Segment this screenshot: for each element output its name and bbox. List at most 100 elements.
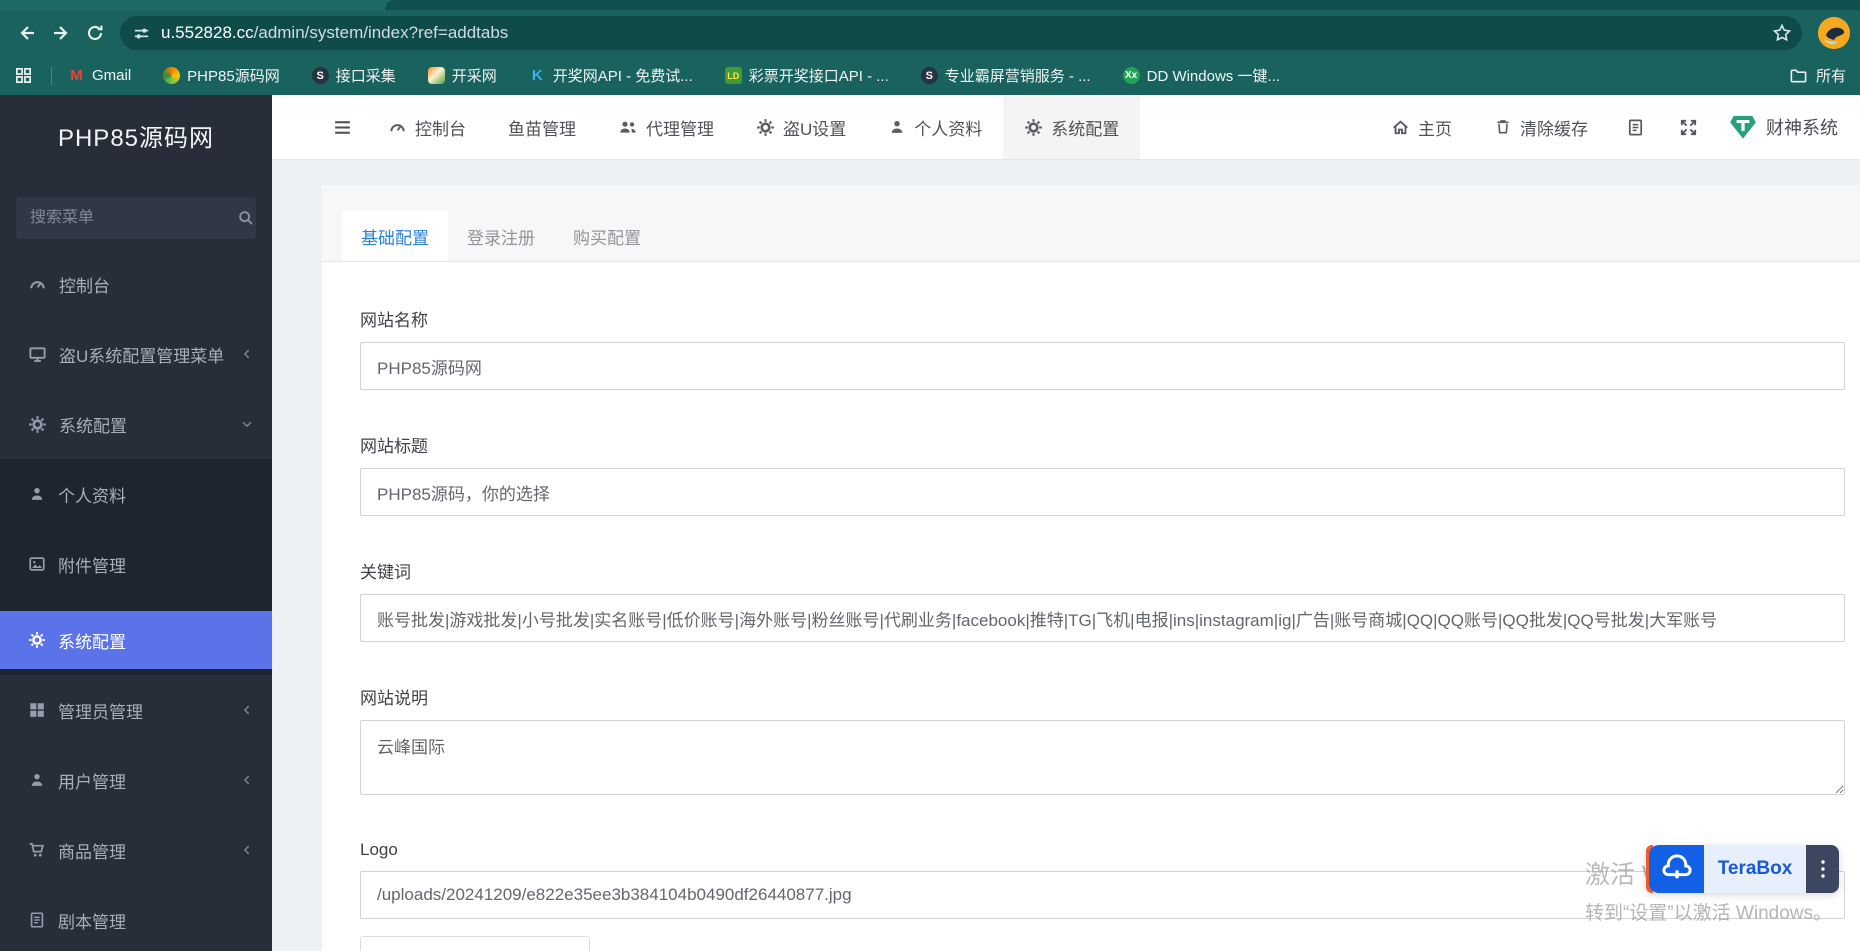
k-icon: K — [531, 67, 543, 84]
vertical-dots-icon — [1820, 860, 1825, 878]
tab-purchase-config[interactable]: 购买配置 — [554, 211, 660, 261]
cart-icon — [29, 843, 45, 857]
config-panel: 基础配置 登录注册 购买配置 网站名称 网站标题 关键词 网站说明 云峰国际 — [322, 185, 1860, 951]
bookmark-kaicaiwang[interactable]: 开采网 — [427, 65, 497, 86]
clear-cache-button[interactable]: 清除缓存 — [1473, 95, 1609, 159]
bookmarks-bar: M Gmail PHP85源码网 S 接口采集 开采网 K 开奖网API - 免… — [0, 56, 1860, 95]
profile-avatar[interactable] — [1818, 17, 1850, 49]
browser-active-tab[interactable] — [385, 0, 1860, 10]
terabox-menu-button[interactable] — [1806, 845, 1839, 893]
sidebar: PHP85源码网 控制台 盗U系统配置管理菜单 系统配置 个人资料 — [0, 95, 272, 951]
doc-icon — [1628, 119, 1643, 135]
bookmark-star-icon[interactable] — [1772, 23, 1792, 43]
sidebar-subitem-system-config[interactable]: 系统配置 — [0, 611, 272, 669]
site-description-label: 网站说明 — [360, 689, 428, 708]
sidebar-item-dashboard[interactable]: 控制台 — [0, 249, 272, 319]
users-icon — [620, 121, 636, 133]
terabox-label[interactable]: TeraBox — [1704, 845, 1806, 893]
gauge-icon — [30, 280, 45, 288]
sidebar-item-scripts[interactable]: 剧本管理 — [0, 885, 272, 951]
gmail-icon: M — [70, 67, 83, 84]
topnav-item-agents[interactable]: 代理管理 — [597, 95, 735, 159]
config-tabbar: 基础配置 登录注册 购买配置 — [322, 185, 1860, 262]
trash-icon — [1497, 120, 1509, 134]
gear-icon — [757, 118, 774, 136]
globe-icon: S — [920, 67, 938, 84]
terabox-logo-icon[interactable] — [1649, 845, 1704, 893]
back-button[interactable] — [10, 16, 44, 50]
docs-button[interactable] — [1609, 95, 1662, 159]
address-bar[interactable]: u.552828.cc/admin/system/index?ref=addta… — [120, 16, 1802, 50]
ld-icon: LD — [724, 67, 742, 84]
menu-toggle-button[interactable] — [318, 95, 367, 159]
apps-grid-icon[interactable] — [14, 66, 33, 85]
sidebar-search[interactable] — [16, 197, 256, 239]
logo-path-input[interactable] — [360, 871, 1845, 919]
bookmark-kaijiang-api[interactable]: K 开奖网API - 免费试... — [529, 65, 693, 86]
bookmark-php85[interactable]: PHP85源码网 — [163, 65, 280, 86]
bookmark-jiekoucaiji[interactable]: S 接口采集 — [311, 65, 396, 86]
tab-basic-config[interactable]: 基础配置 — [342, 211, 448, 261]
tiger-icon — [427, 67, 445, 84]
user-icon — [31, 487, 43, 500]
field-logo: Logo — [360, 840, 1845, 951]
hamburger-icon — [335, 120, 350, 134]
grid-icon — [30, 703, 44, 717]
sidebar-item-dauconfig[interactable]: 盗U系统配置管理菜单 — [0, 319, 272, 389]
field-site-description: 网站说明 云峰国际 — [360, 684, 1845, 800]
search-input[interactable] — [30, 209, 237, 227]
site-description-textarea[interactable]: 云峰国际 — [360, 720, 1845, 795]
topnav-right-group: 主页 清除缓存 财神系统 — [1370, 95, 1860, 159]
all-bookmarks-button[interactable]: 所有 — [1789, 65, 1846, 86]
bookmark-dd-windows[interactable]: Xx DD Windows 一键... — [1122, 65, 1280, 86]
config-form: 网站名称 网站标题 关键词 网站说明 云峰国际 Logo — [322, 262, 1860, 951]
bookmarks-separator — [51, 66, 52, 85]
chevron-left-icon — [243, 845, 250, 855]
chevron-left-icon — [243, 705, 250, 715]
gauge-icon — [390, 123, 405, 131]
topnav-item-profile[interactable]: 个人资料 — [867, 95, 1003, 159]
topnav-item-system-config[interactable]: 系统配置 — [1003, 95, 1141, 159]
sidebar-subitem-attachments[interactable]: 附件管理 — [0, 529, 272, 599]
bookmark-gmail[interactable]: M Gmail — [68, 67, 131, 84]
monitor-icon — [29, 346, 46, 362]
sidebar-brand: PHP85源码网 — [57, 124, 215, 152]
app-brand[interactable]: 财神系统 — [1715, 95, 1842, 159]
user-icon — [31, 773, 43, 786]
sidebar-item-admins[interactable]: 管理员管理 — [0, 675, 272, 745]
logo-preview-box — [360, 936, 590, 951]
topnav-item-dashboard[interactable]: 控制台 — [367, 95, 487, 159]
home-button[interactable]: 主页 — [1370, 95, 1473, 159]
terabox-widget[interactable]: TeraBox — [1646, 845, 1839, 893]
sidebar-item-goods[interactable]: 商品管理 — [0, 815, 272, 885]
url-text: u.552828.cc/admin/system/index?ref=addta… — [161, 23, 509, 42]
sidebar-subitem-profile[interactable]: 个人资料 — [0, 459, 272, 529]
site-title-label: 网站标题 — [360, 437, 428, 456]
fullscreen-button[interactable] — [1662, 95, 1715, 159]
fullscreen-icon — [1680, 119, 1697, 135]
topnav-item-yumiao[interactable]: 鱼苗管理 — [487, 95, 597, 159]
tab-login-register[interactable]: 登录注册 — [448, 211, 554, 261]
site-name-input[interactable] — [360, 342, 1845, 390]
topnav-item-dau-settings[interactable]: 盗U设置 — [735, 95, 867, 159]
chevron-down-icon — [242, 421, 252, 428]
bookmark-baping[interactable]: S 专业霸屏营销服务 - ... — [920, 65, 1091, 86]
bookmark-caipiao-api[interactable]: LD 彩票开奖接口API - ... — [724, 65, 889, 86]
globe-icon: S — [311, 67, 329, 84]
php85-icon — [163, 67, 181, 84]
sidebar-menu: 控制台 盗U系统配置管理菜单 系统配置 个人资料 附件管理 系统配置 管理员管理… — [0, 249, 272, 951]
tether-logo-icon — [1730, 115, 1756, 139]
reload-button[interactable] — [78, 16, 112, 50]
field-site-title: 网站标题 — [360, 432, 1845, 516]
home-icon — [1393, 119, 1408, 134]
gear-icon — [29, 415, 46, 433]
doc-icon — [30, 912, 44, 928]
sidebar-item-system-config-parent[interactable]: 系统配置 — [0, 389, 272, 459]
forward-button[interactable] — [44, 16, 78, 50]
keywords-input[interactable] — [360, 594, 1845, 642]
sidebar-item-users[interactable]: 用户管理 — [0, 745, 272, 815]
field-keywords: 关键词 — [360, 558, 1845, 642]
browser-tabstrip — [0, 0, 1860, 10]
site-title-input[interactable] — [360, 468, 1845, 516]
site-info-icon[interactable] — [132, 24, 151, 43]
